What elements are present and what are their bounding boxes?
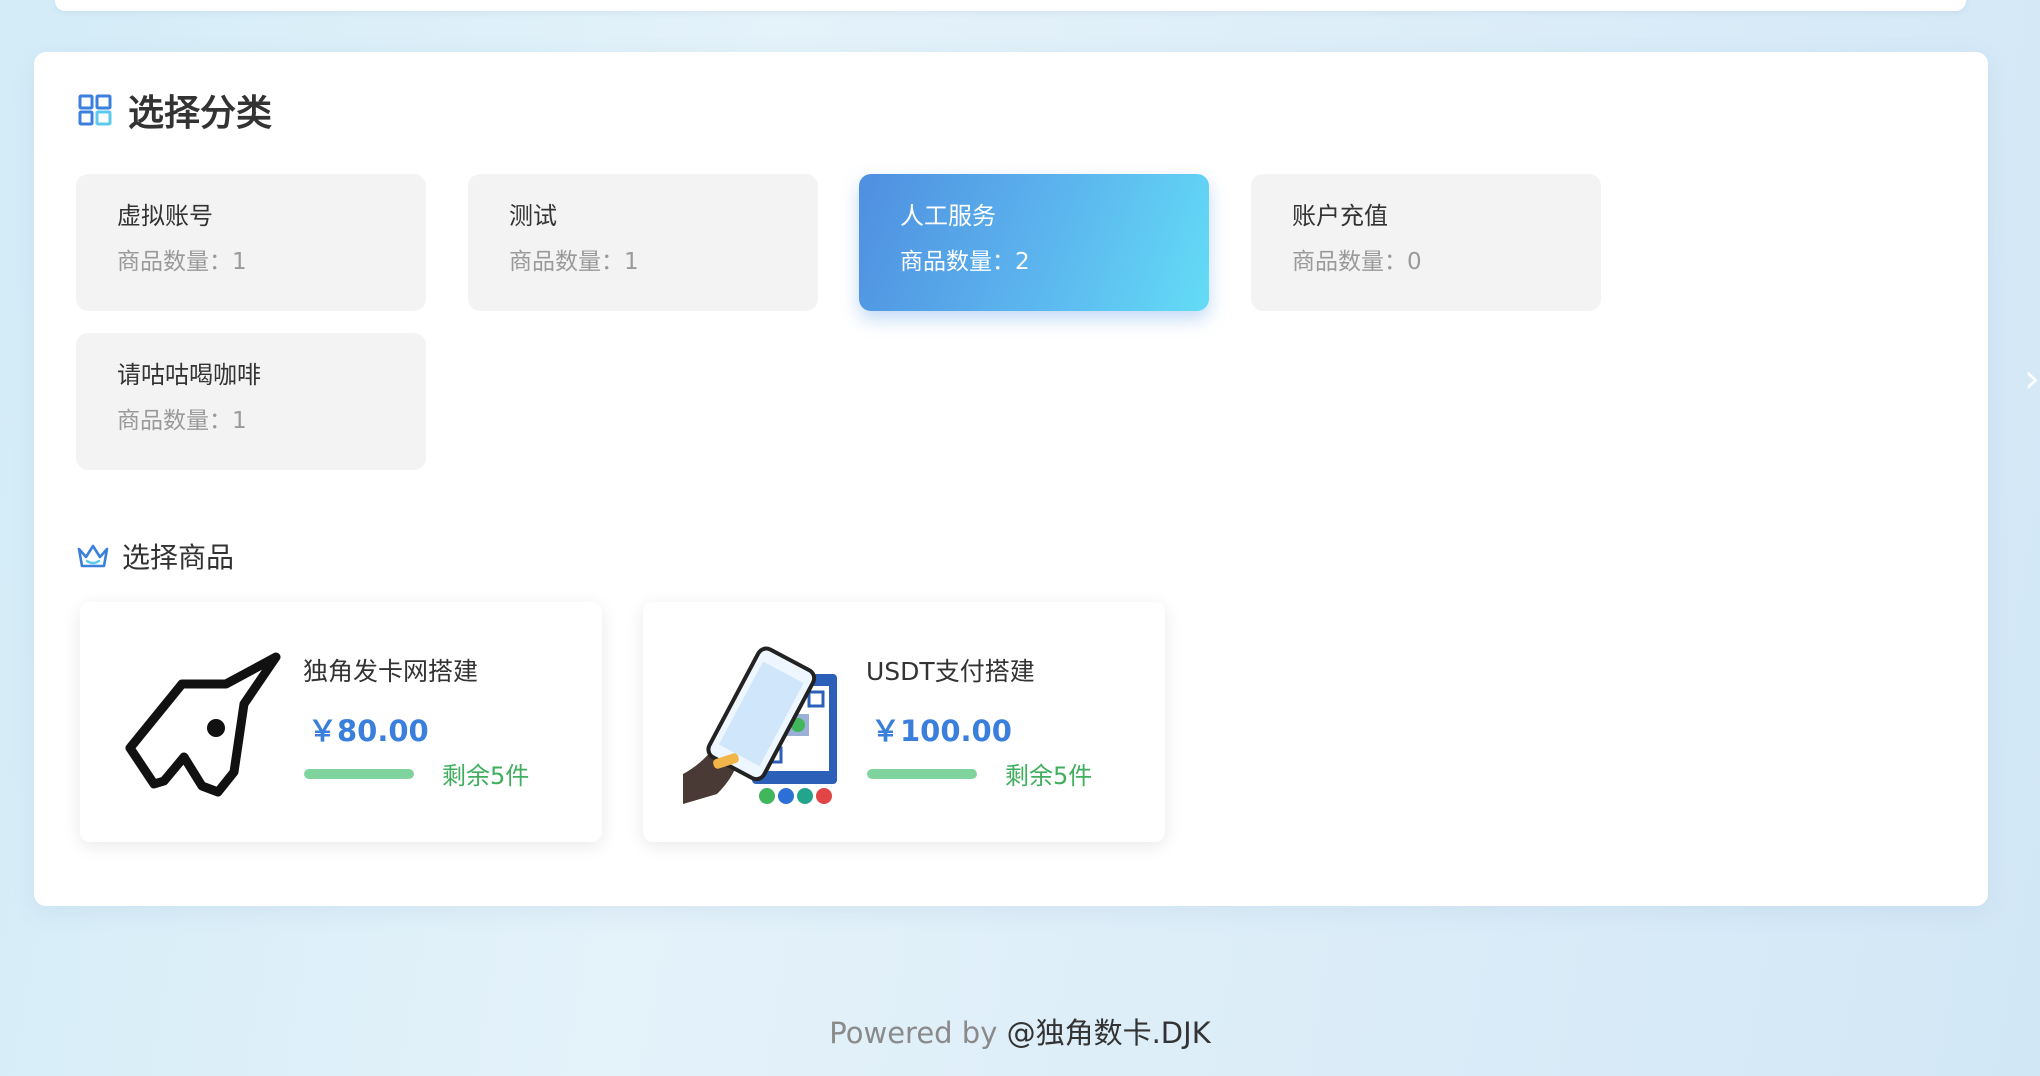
footer-brand-link[interactable]: @独角数卡.DJK — [1007, 1016, 1211, 1050]
footer: Powered by @独角数卡.DJK — [0, 1010, 2040, 1052]
category-section-title: 选择分类 — [128, 93, 273, 134]
goods-card-usdt-setup[interactable]: USDT支付搭建 ￥100.00 剩余5件 — [643, 602, 1165, 842]
goods-stock: 剩余5件 — [1005, 762, 1093, 790]
footer-powered-by: Powered by — [829, 1016, 1007, 1050]
category-card-account-recharge[interactable]: 账户充值 商品数量：0 — [1251, 174, 1601, 311]
stock-bar — [304, 769, 414, 779]
category-count: 商品数量：0 — [1292, 249, 1422, 275]
phone-qr-payment-icon — [683, 646, 837, 804]
category-name: 虚拟账号 — [117, 202, 213, 230]
main-panel: 选择分类 虚拟账号 商品数量：1 测试 商品数量：1 人工服务 商品数量：2 账… — [34, 52, 1988, 906]
goods-section-title: 选择商品 — [122, 541, 235, 574]
previous-panel-edge — [55, 0, 1966, 11]
category-count: 商品数量：2 — [900, 249, 1030, 275]
category-section-header: 选择分类 — [78, 82, 272, 138]
category-name: 测试 — [509, 202, 557, 230]
goods-name: 独角发卡网搭建 — [303, 657, 479, 686]
crown-icon — [77, 544, 109, 568]
category-card-buy-coffee[interactable]: 请咕咕喝咖啡 商品数量：1 — [76, 333, 426, 470]
category-count: 商品数量：1 — [117, 408, 247, 434]
goods-section-header: 选择商品 — [76, 536, 234, 576]
category-name: 账户充值 — [1292, 202, 1388, 230]
goods-price: ￥100.00 — [871, 714, 1012, 748]
category-card-test[interactable]: 测试 商品数量：1 — [468, 174, 818, 311]
goods-price: ￥80.00 — [308, 714, 429, 748]
goods-name: USDT支付搭建 — [866, 657, 1035, 686]
category-card-virtual-account[interactable]: 虚拟账号 商品数量：1 — [76, 174, 426, 311]
unicorn-logo-icon — [125, 652, 281, 797]
stock-bar — [867, 769, 977, 779]
category-name: 请咕咕喝咖啡 — [117, 361, 261, 389]
category-name: 人工服务 — [900, 202, 996, 230]
category-card-manual-service[interactable]: 人工服务 商品数量：2 — [859, 174, 1209, 311]
goods-card-dujiao-setup[interactable]: 独角发卡网搭建 ￥80.00 剩余5件 — [80, 602, 602, 842]
category-count: 商品数量：1 — [509, 249, 639, 275]
next-arrow-icon[interactable]: › — [2024, 356, 2040, 402]
goods-stock: 剩余5件 — [442, 762, 530, 790]
category-count: 商品数量：1 — [117, 249, 247, 275]
category-grid-icon — [78, 94, 112, 126]
